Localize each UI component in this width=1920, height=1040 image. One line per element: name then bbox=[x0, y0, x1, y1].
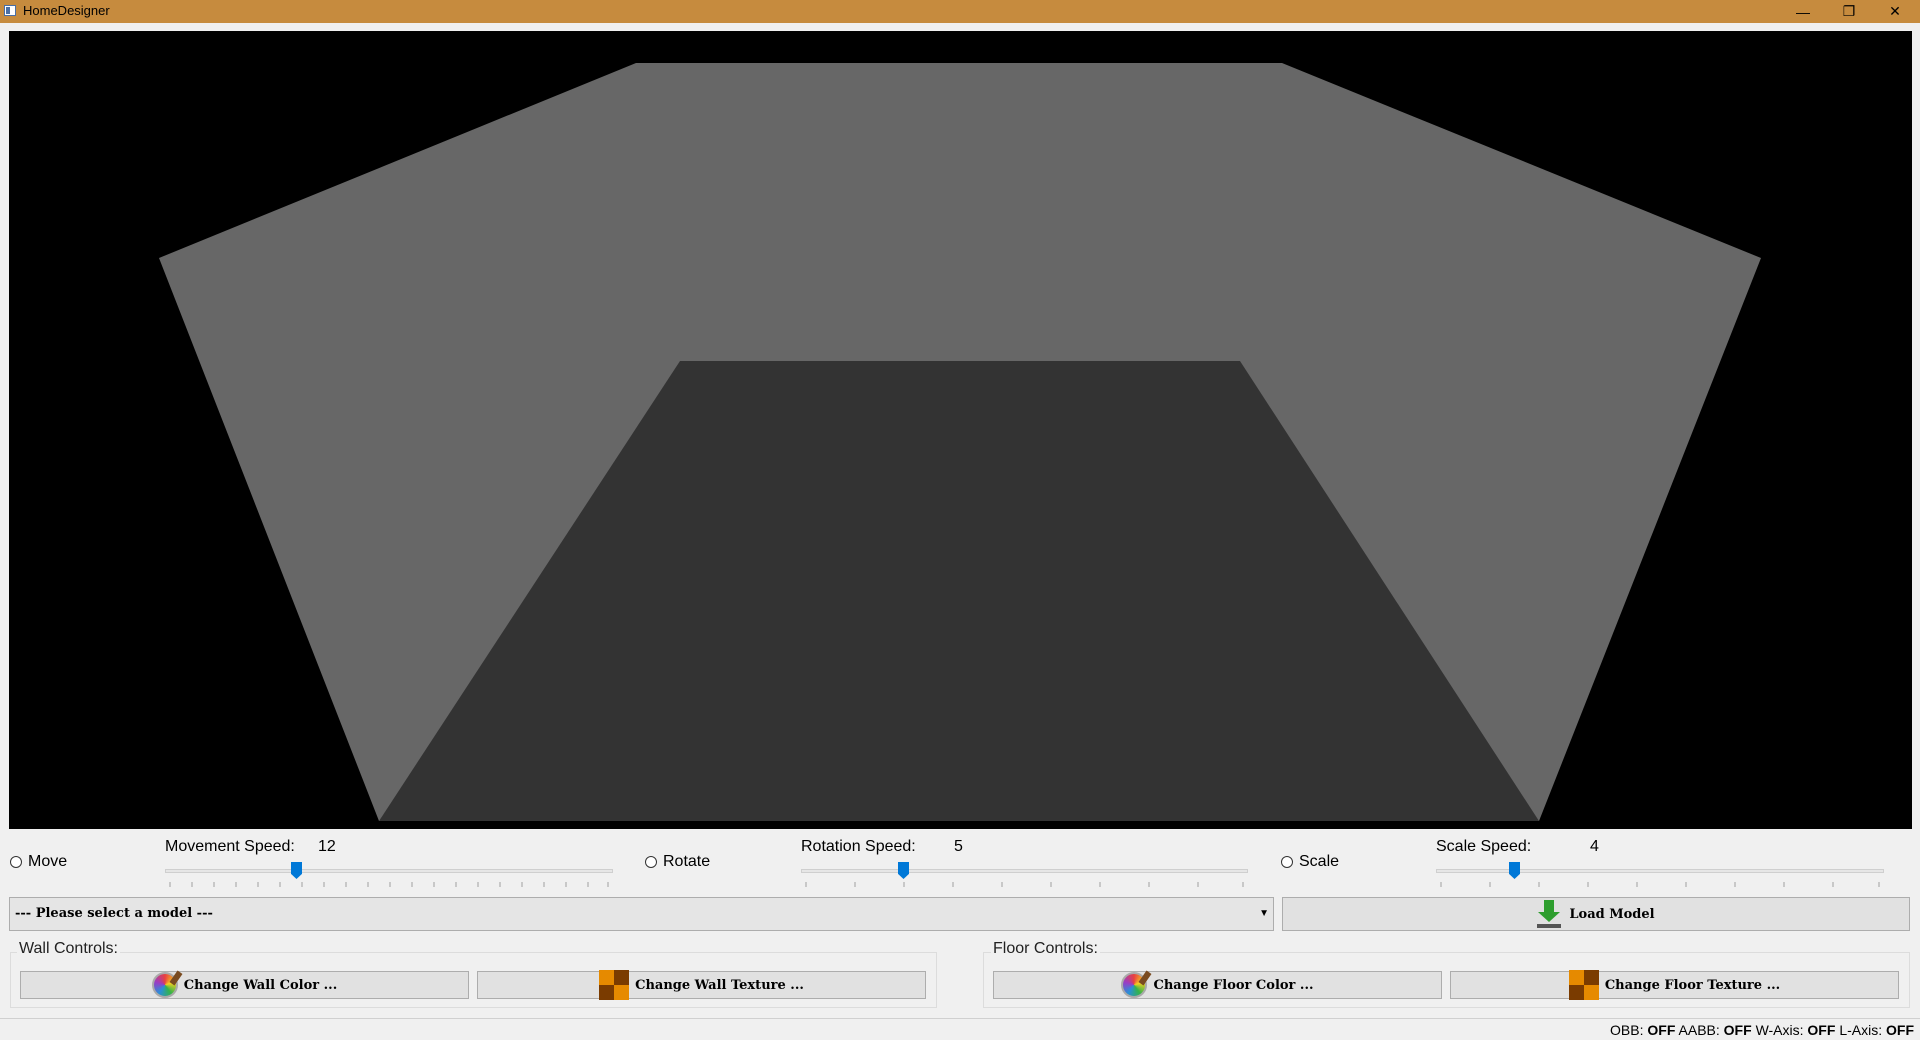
change-wall-color-button[interactable]: Change Wall Color ... bbox=[20, 971, 469, 999]
download-arrow-icon bbox=[1537, 900, 1562, 928]
scale-speed-label: Scale Speed: bbox=[1436, 838, 1532, 855]
movement-speed-value: 12 bbox=[318, 838, 336, 855]
change-floor-texture-button[interactable]: Change Floor Texture ... bbox=[1450, 970, 1899, 1000]
scale-speed-value: 4 bbox=[1590, 838, 1599, 855]
move-label: Move bbox=[28, 853, 68, 870]
movement-speed-handle[interactable] bbox=[291, 862, 302, 879]
model-select-value: --- Please select a model --- bbox=[15, 906, 213, 921]
waxis-label: W-Axis: bbox=[1755, 1022, 1804, 1038]
room-scene bbox=[159, 63, 1761, 821]
laxis-label: L-Axis: bbox=[1839, 1022, 1883, 1038]
scale-speed-ticks bbox=[1440, 882, 1880, 887]
scale-radio[interactable] bbox=[1281, 856, 1293, 868]
status-bar: OBB: OFF AABB: OFF W-Axis: OFF L-Axis: O… bbox=[0, 1018, 1920, 1040]
rotation-speed-slider[interactable] bbox=[801, 869, 1248, 873]
change-wall-color-label: Change Wall Color ... bbox=[183, 977, 338, 993]
color-palette-icon bbox=[1121, 972, 1148, 998]
rotate-radio[interactable] bbox=[645, 856, 657, 868]
move-radio[interactable] bbox=[10, 856, 22, 868]
change-wall-texture-button[interactable]: Change Wall Texture ... bbox=[477, 970, 926, 1000]
scale-label: Scale bbox=[1299, 853, 1340, 870]
rotation-speed-value: 5 bbox=[954, 838, 963, 855]
obb-value: OFF bbox=[1647, 1022, 1676, 1038]
movement-speed-slider[interactable] bbox=[165, 869, 613, 873]
color-palette-icon bbox=[151, 972, 178, 998]
load-model-button[interactable]: Load Model bbox=[1282, 897, 1910, 931]
scale-speed-handle[interactable] bbox=[1509, 862, 1520, 879]
load-model-label: Load Model bbox=[1569, 906, 1655, 922]
waxis-value: OFF bbox=[1807, 1022, 1836, 1038]
obb-label: OBB: bbox=[1610, 1022, 1644, 1038]
movement-speed-ticks bbox=[169, 882, 609, 887]
rotation-speed-label: Rotation Speed: bbox=[801, 838, 916, 855]
rotation-speed-ticks bbox=[805, 882, 1244, 887]
rotate-label: Rotate bbox=[663, 853, 711, 870]
checker-texture-icon bbox=[599, 970, 630, 1000]
floor-controls-title: Floor Controls: bbox=[991, 940, 1100, 958]
change-floor-color-label: Change Floor Color ... bbox=[1153, 977, 1314, 993]
change-floor-color-button[interactable]: Change Floor Color ... bbox=[993, 971, 1442, 999]
app-window-icon bbox=[4, 5, 16, 16]
rotation-speed-handle[interactable] bbox=[898, 862, 909, 879]
restore-button[interactable]: ❐ bbox=[1826, 0, 1872, 23]
aabb-label: AABB: bbox=[1678, 1022, 1720, 1038]
change-wall-texture-label: Change Wall Texture ... bbox=[635, 977, 804, 993]
title-bar: HomeDesigner — ❐ ✕ bbox=[0, 0, 1920, 23]
movement-speed-label: Movement Speed: bbox=[165, 838, 295, 855]
scale-speed-slider[interactable] bbox=[1436, 869, 1884, 873]
wall-controls-title: Wall Controls: bbox=[17, 940, 120, 958]
close-button[interactable]: ✕ bbox=[1872, 0, 1918, 23]
window-title: HomeDesigner bbox=[23, 3, 110, 18]
minimize-button[interactable]: — bbox=[1780, 0, 1826, 23]
laxis-value: OFF bbox=[1886, 1022, 1914, 1038]
checker-texture-icon bbox=[1568, 970, 1599, 1000]
change-floor-texture-label: Change Floor Texture ... bbox=[1604, 977, 1781, 993]
3d-viewport[interactable] bbox=[9, 31, 1912, 829]
aabb-value: OFF bbox=[1723, 1022, 1752, 1038]
model-select[interactable]: --- Please select a model --- ▼ bbox=[9, 897, 1274, 931]
chevron-down-icon: ▼ bbox=[1259, 908, 1269, 919]
status-text: OBB: OFF AABB: OFF W-Axis: OFF L-Axis: O… bbox=[1610, 1022, 1914, 1038]
